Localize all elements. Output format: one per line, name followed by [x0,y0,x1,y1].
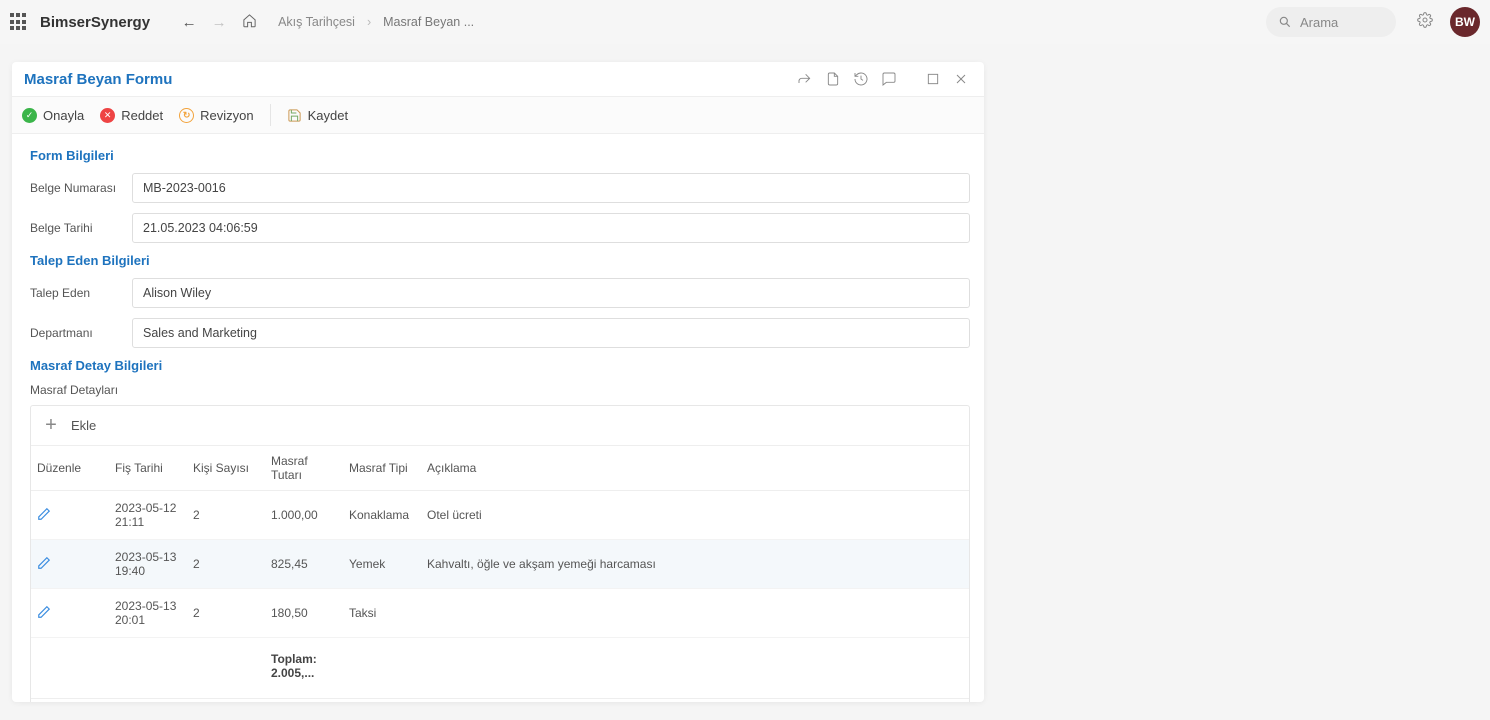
nav-back-icon[interactable]: ← [174,14,204,31]
section-form-info: Form Bilgileri [30,148,970,163]
search-placeholder: Arama [1300,15,1338,30]
divider [270,104,271,126]
requester-label: Talep Eden [30,286,132,300]
doc-number-label: Belge Numarası [30,181,132,195]
gear-icon[interactable] [1410,12,1440,32]
section-requester-info: Talep Eden Bilgileri [30,253,970,268]
revision-button[interactable]: ↻ Revizyon [179,108,253,123]
save-label: Kaydet [308,108,348,123]
brand-logo[interactable]: BimserSynergy [40,14,150,31]
table-row[interactable]: 2023-05-13 20:01 2 180,50 Taksi [31,589,969,638]
plus-icon[interactable]: + [41,414,61,437]
close-icon[interactable] [950,68,972,90]
col-type[interactable]: Masraf Tipi [343,446,421,491]
sum-label: Toplam: 2.005,... [265,638,343,699]
col-date[interactable]: Fiş Tarihi [109,446,187,491]
edit-pen-icon[interactable] [37,510,51,524]
revision-label: Revizyon [200,108,253,123]
expense-table: Düzenle Fiş Tarihi Kişi Sayısı Masraf Tu… [31,446,969,698]
approve-label: Onayla [43,108,84,123]
save-icon [287,108,302,123]
col-desc[interactable]: Açıklama [421,446,969,491]
chevron-right-icon: › [367,15,371,29]
reject-label: Reddet [121,108,163,123]
table-row[interactable]: 2023-05-13 19:40 2 825,45 Yemek Kahvaltı… [31,540,969,589]
check-icon: ✓ [22,108,37,123]
revision-icon: ↻ [179,108,194,123]
edit-pen-icon[interactable] [37,559,51,573]
home-icon[interactable] [234,13,264,32]
col-people[interactable]: Kişi Sayısı [187,446,265,491]
save-button[interactable]: Kaydet [287,108,348,123]
approve-button[interactable]: ✓ Onayla [22,108,84,123]
form-panel: Masraf Beyan Formu ✓ Onayla ✕ Reddet ↻ R… [12,62,984,702]
details-label: Masraf Detayları [30,383,970,397]
col-edit[interactable]: Düzenle [31,446,109,491]
avatar[interactable]: BW [1450,7,1480,37]
reject-button[interactable]: ✕ Reddet [100,108,163,123]
share-icon[interactable] [794,68,816,90]
nav-forward-icon: → [204,14,234,31]
requester-field[interactable]: Alison Wiley [132,278,970,308]
add-button[interactable]: Ekle [71,418,96,433]
breadcrumb-item-current: Masraf Beyan ... [383,15,474,29]
doc-date-label: Belge Tarihi [30,221,132,235]
search-input[interactable]: Arama [1266,7,1396,37]
edit-pen-icon[interactable] [37,608,51,622]
table-row[interactable]: 2023-05-12 21:11 2 1.000,00 Konaklama Ot… [31,491,969,540]
breadcrumb: Akış Tarihçesi › Masraf Beyan ... [278,15,474,29]
col-amount[interactable]: Masraf Tutarı [265,446,343,491]
page-title: Masraf Beyan Formu [24,71,788,88]
expense-grid: + Ekle Düzenle Fiş Tarihi Kişi Sayısı Ma… [30,405,970,702]
apps-grid-icon[interactable] [10,13,28,31]
breadcrumb-item-history[interactable]: Akış Tarihçesi [278,15,355,29]
doc-number-field[interactable]: MB-2023-0016 [132,173,970,203]
panel-body: Form Bilgileri Belge Numarası MB-2023-00… [12,134,984,702]
department-label: Departmanı [30,326,132,340]
sum-row: Toplam: 2.005,... [31,638,969,699]
department-field[interactable]: Sales and Marketing [132,318,970,348]
section-expense-detail: Masraf Detay Bilgileri [30,358,970,373]
document-icon[interactable] [822,68,844,90]
comment-icon[interactable] [878,68,900,90]
search-icon [1278,15,1292,29]
topbar: BimserSynergy ← → Akış Tarihçesi › Masra… [0,0,1490,44]
x-icon: ✕ [100,108,115,123]
history-icon[interactable] [850,68,872,90]
pager: 10 20 30 40 Sayfa 1 / 1 (3 öğe) 1 [31,698,969,702]
panel-header: Masraf Beyan Formu [12,62,984,96]
doc-date-field[interactable]: 21.05.2023 04:06:59 [132,213,970,243]
action-bar: ✓ Onayla ✕ Reddet ↻ Revizyon Kaydet [12,96,984,134]
grid-toolbar: + Ekle [31,406,969,446]
maximize-icon[interactable] [922,68,944,90]
